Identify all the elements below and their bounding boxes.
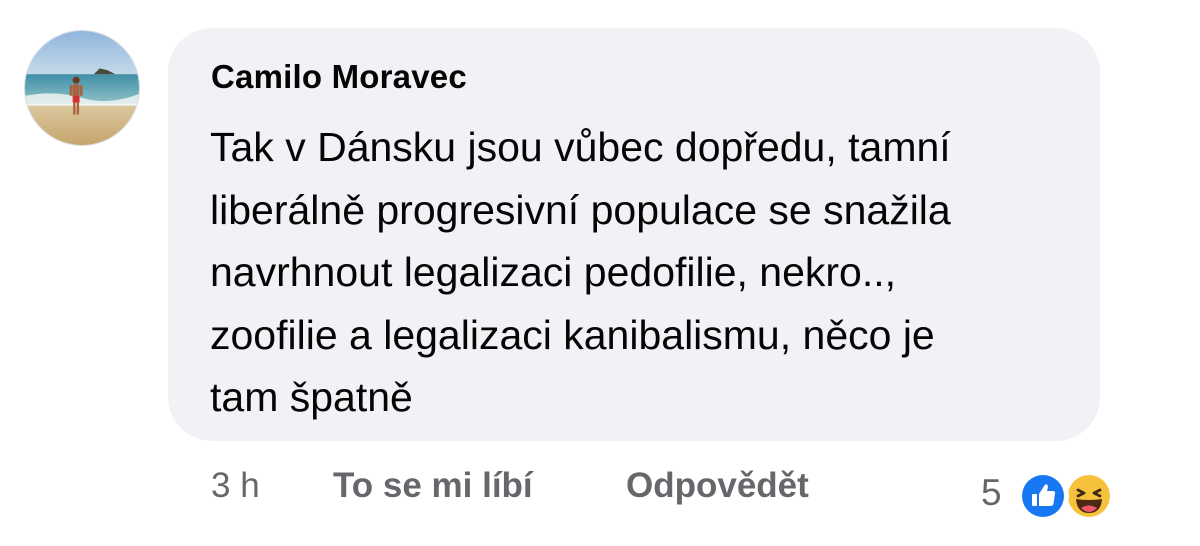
reply-button[interactable]: Odpovědět [626, 466, 809, 506]
reaction-count[interactable]: 5 [981, 472, 1002, 514]
comment: Camilo Moravec Tak v Dánsku jsou vůbec d… [0, 0, 1200, 546]
like-button[interactable]: To se mi líbí [333, 466, 533, 506]
comment-bubble: Camilo Moravec Tak v Dánsku jsou vůbec d… [168, 28, 1100, 441]
comment-text: Tak v Dánsku jsou vůbec dopředu, tamní l… [210, 116, 1090, 429]
comment-text-line: Tak v Dánsku jsou vůbec dopředu, tamní [210, 124, 951, 170]
comment-text-line: zoofilie a legalizaci kanibalismu, něco … [210, 311, 935, 358]
avatar[interactable] [24, 30, 140, 146]
comment-text-line: navrhnout legalizaci pedofilie, nekro.., [210, 249, 897, 295]
comment-text-line: tam špatně [210, 374, 413, 420]
like-icon [1017, 470, 1069, 522]
comment-author[interactable]: Camilo Moravec [211, 58, 467, 96]
comment-text-line: liberálně progresivní populace se snažil… [210, 186, 951, 233]
avatar-photo [25, 31, 139, 145]
haha-icon [1063, 470, 1115, 522]
comment-timestamp[interactable]: 3 h [211, 466, 260, 506]
reactions-summary[interactable] [1017, 470, 1121, 522]
